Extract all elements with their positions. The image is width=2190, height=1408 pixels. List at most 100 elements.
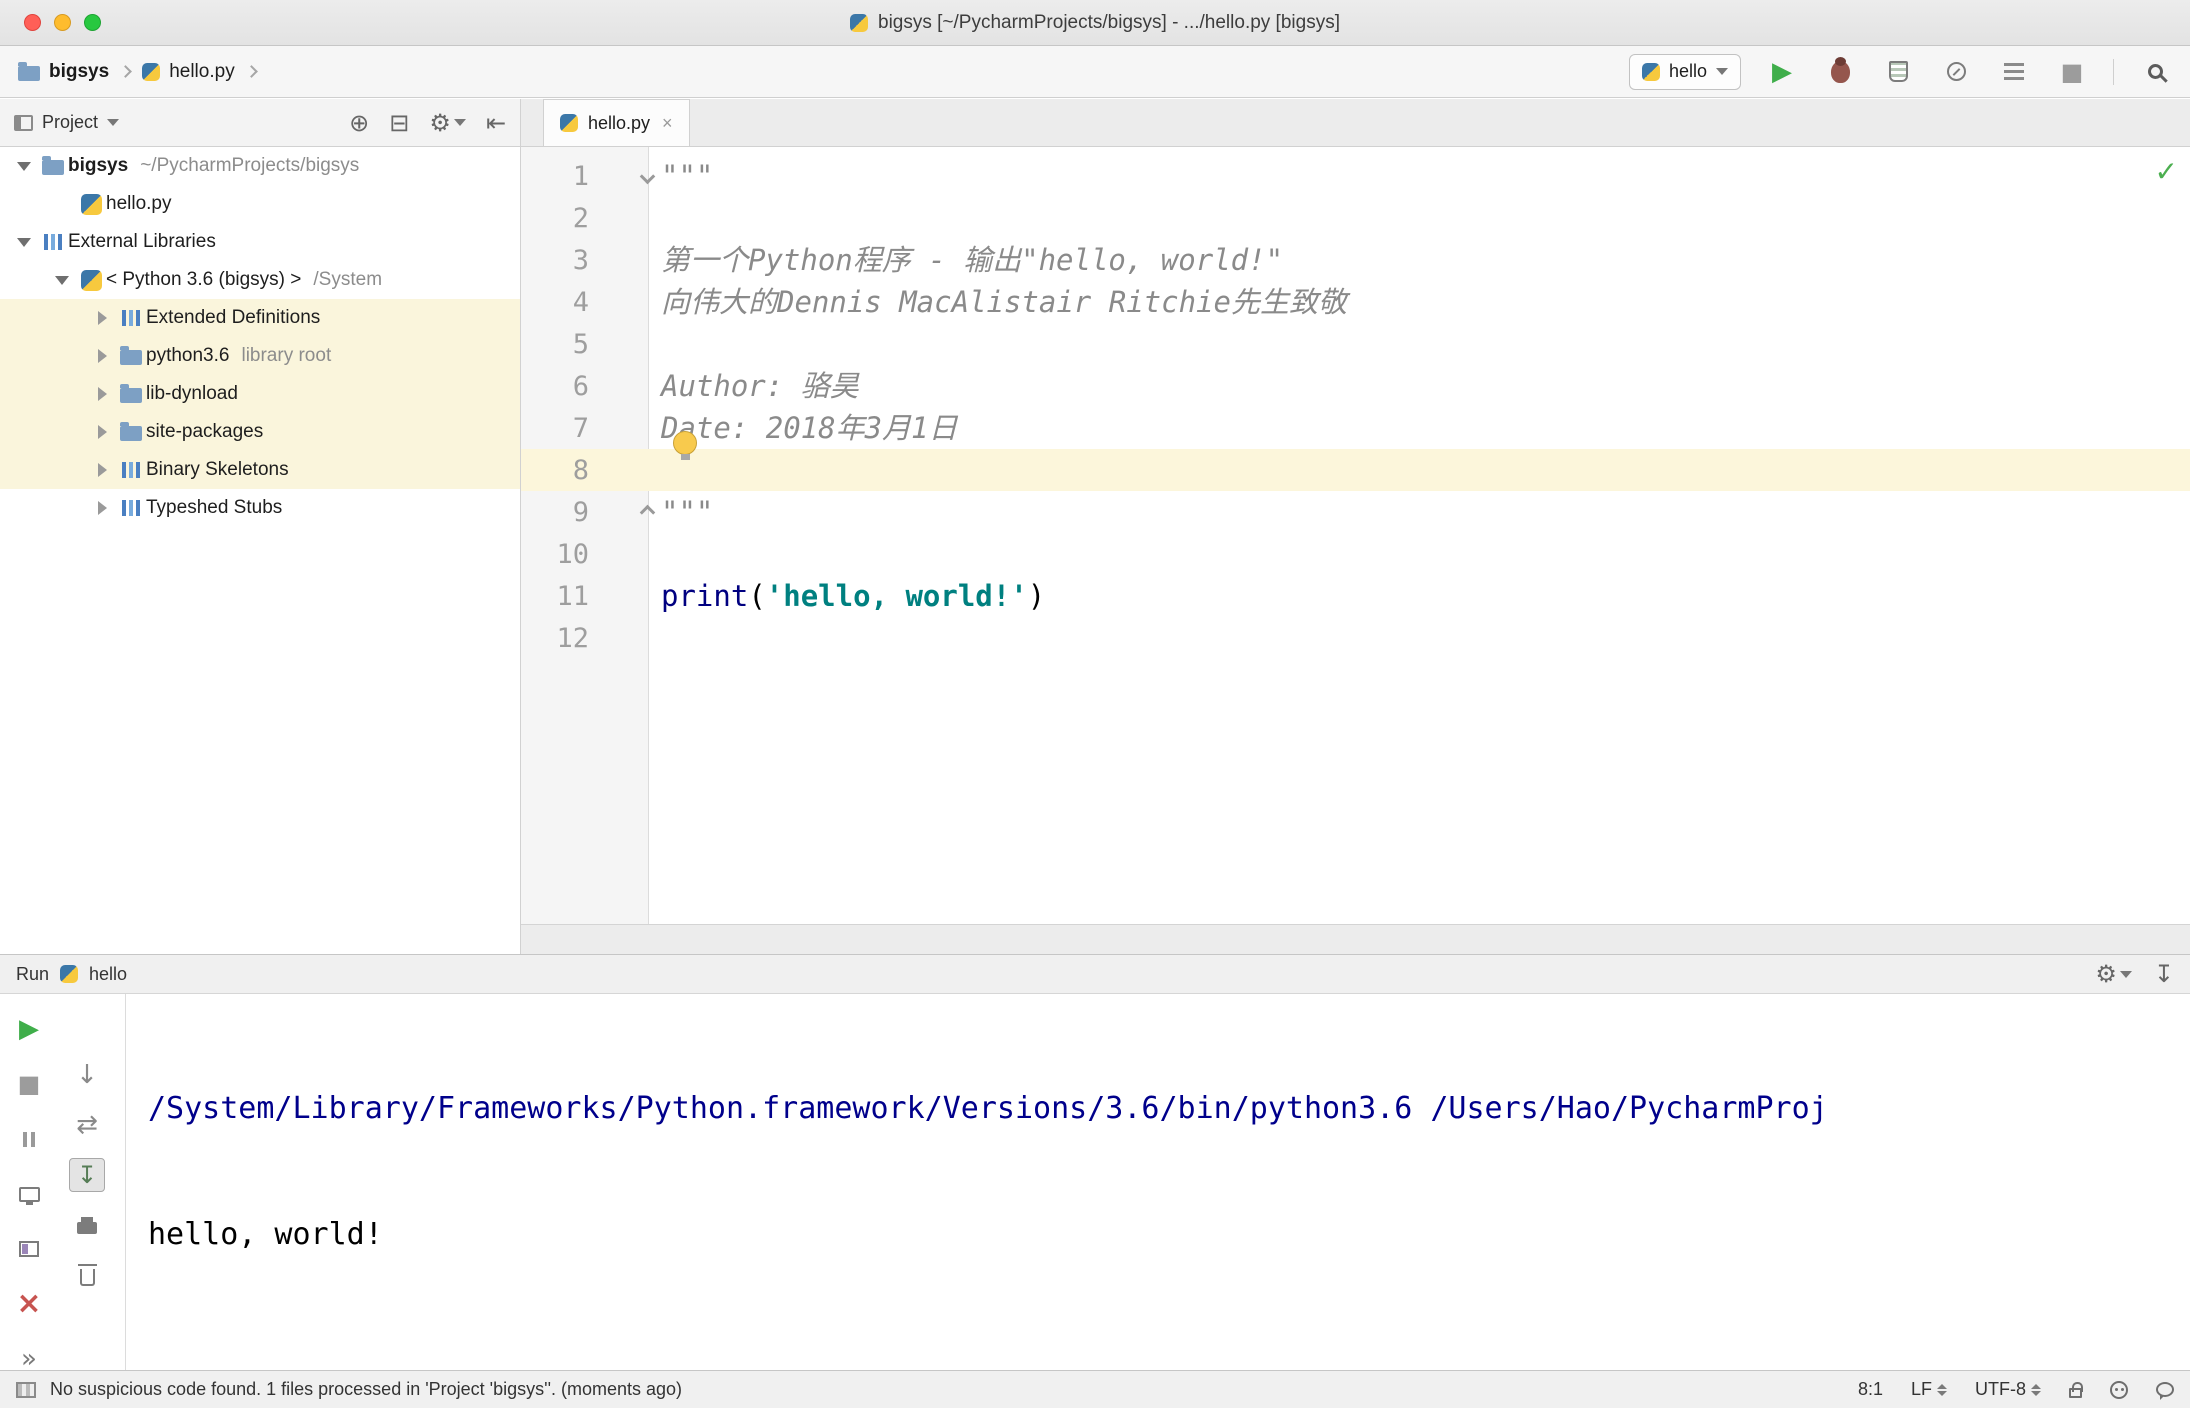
search-everywhere-button[interactable] — [2138, 55, 2172, 89]
chevron-down-icon — [1716, 68, 1728, 75]
line-number[interactable]: 2 — [521, 203, 589, 234]
collapsed-expander-icon[interactable] — [88, 501, 116, 515]
rerun-button[interactable]: ▶ — [11, 1012, 47, 1046]
folder-icon — [18, 61, 40, 81]
console-output[interactable]: /System/Library/Frameworks/Python.framew… — [126, 994, 2190, 1370]
tree-row-extended-definitions[interactable]: Extended Definitions — [0, 299, 520, 337]
line-number[interactable]: 5 — [521, 329, 589, 360]
next-stacktrace-button[interactable]: ↓ — [69, 1058, 105, 1092]
fullscreen-window-button[interactable] — [84, 14, 101, 31]
line-number[interactable]: 12 — [521, 623, 589, 654]
line-number[interactable]: 7 — [521, 413, 589, 444]
chevron-down-icon — [107, 119, 120, 126]
pause-output-button[interactable] — [11, 1122, 47, 1156]
line-number[interactable]: 3 — [521, 245, 589, 276]
project-tool-window: Project ⊕ ⊟ ⚙ ⇤ bigsys ~/PycharmProjects… — [0, 99, 521, 954]
encoding-widget[interactable]: UTF-8 — [1975, 1379, 2041, 1400]
run-panel-settings-button[interactable]: ⚙ — [2095, 962, 2132, 986]
collapsed-expander-icon[interactable] — [88, 311, 116, 325]
breadcrumb-project[interactable]: bigsys — [18, 61, 109, 83]
panel-settings-button[interactable]: ⚙ — [429, 111, 466, 135]
fold-marker-icon[interactable] — [639, 168, 656, 184]
hide-panel-button[interactable]: ⇤ — [486, 111, 506, 135]
console-stdout-line: hello, world! — [148, 1217, 383, 1252]
tree-row-hello-py[interactable]: hello.py — [0, 185, 520, 223]
locate-file-button[interactable]: ⊕ — [349, 111, 369, 135]
navigation-bar: bigsys hello.py hello ▶ ■ — [0, 46, 2190, 98]
collapsed-expander-icon[interactable] — [88, 349, 116, 363]
line-separator-widget[interactable]: LF — [1911, 1379, 1947, 1400]
run-with-coverage-button[interactable] — [1881, 55, 1915, 89]
collapsed-expander-icon[interactable] — [88, 463, 116, 477]
tree-row-binary-skeletons[interactable]: Binary Skeletons — [0, 451, 520, 489]
python-file-icon — [560, 114, 578, 132]
expander-icon[interactable] — [48, 276, 76, 285]
line-number[interactable]: 4 — [521, 287, 589, 318]
project-panel-header: Project ⊕ ⊟ ⚙ ⇤ — [0, 99, 520, 147]
search-icon — [2147, 64, 2163, 79]
soft-wrap-button[interactable]: ⇄ — [69, 1108, 105, 1142]
collapse-all-button[interactable]: ⊟ — [389, 111, 409, 135]
python-icon — [850, 14, 868, 32]
run-panel-title[interactable]: Run — [16, 964, 49, 985]
tree-row-bigsys[interactable]: bigsys ~/PycharmProjects/bigsys — [0, 147, 520, 185]
line-number[interactable]: 9 — [521, 497, 589, 528]
close-run-panel-button[interactable]: × — [11, 1287, 47, 1321]
debug-button[interactable] — [1823, 55, 1857, 89]
code-editor[interactable]: ✓ 1 """ 2 3 第一个Python程序 - 输出"hello, worl… — [521, 147, 2190, 924]
breadcrumb-file[interactable]: hello.py — [142, 61, 235, 83]
run-button[interactable]: ▶ — [1765, 55, 1799, 89]
more-actions-button[interactable]: » — [11, 1342, 47, 1370]
expander-icon[interactable] — [10, 162, 38, 171]
concurrency-diagram-button[interactable] — [1997, 55, 2031, 89]
minimize-window-button[interactable] — [54, 14, 71, 31]
scroll-to-end-toggle[interactable]: ↧ — [69, 1158, 105, 1192]
hector-inspector-icon[interactable] — [2110, 1380, 2128, 1399]
dock-panel-button[interactable]: ↧ — [2154, 962, 2174, 986]
code-line: 1 """ — [521, 155, 2190, 197]
chevron-down-icon — [453, 119, 466, 126]
event-log-balloon-icon[interactable] — [2156, 1382, 2174, 1400]
close-window-button[interactable] — [24, 14, 41, 31]
code-line: 10 — [521, 533, 2190, 575]
tree-row-python-interpreter[interactable]: < Python 3.6 (bigsys) > /System — [0, 261, 520, 299]
stop-button[interactable]: ■ — [2055, 55, 2089, 89]
fold-marker-icon[interactable] — [639, 504, 656, 520]
tree-row-site-packages[interactable]: site-packages — [0, 413, 520, 451]
breadcrumb: bigsys hello.py — [18, 61, 268, 83]
line-number[interactable]: 11 — [521, 581, 589, 612]
restore-layout-button[interactable] — [11, 1232, 47, 1266]
project-tree: bigsys ~/PycharmProjects/bigsys hello.py… — [0, 147, 520, 954]
line-number[interactable]: 10 — [521, 539, 589, 570]
profiler-button[interactable] — [1939, 55, 1973, 89]
code-line: 5 — [521, 323, 2190, 365]
close-tab-icon[interactable]: × — [662, 113, 673, 134]
tree-row-typeshed-stubs[interactable]: Typeshed Stubs — [0, 489, 520, 527]
debug-bug-icon — [1830, 56, 1850, 83]
clear-console-button[interactable] — [69, 1258, 105, 1292]
gear-icon: ⚙ — [2095, 960, 2117, 988]
show-layout-button[interactable] — [11, 1177, 47, 1211]
code-line: 6 Author: 骆昊 — [521, 365, 2190, 407]
line-number[interactable]: 1 — [521, 161, 589, 192]
expander-icon[interactable] — [10, 238, 38, 247]
caret-position-widget[interactable]: 8:1 — [1858, 1379, 1883, 1400]
library-icon — [121, 461, 141, 479]
stop-process-button[interactable]: ■ — [11, 1067, 47, 1101]
intention-bulb-icon[interactable] — [673, 431, 697, 460]
collapsed-expander-icon[interactable] — [88, 425, 116, 439]
line-number[interactable]: 6 — [521, 371, 589, 402]
python-icon — [60, 965, 79, 983]
tree-row-lib-dynload[interactable]: lib-dynload — [0, 375, 520, 413]
print-button[interactable] — [69, 1208, 105, 1242]
swap-arrows-icon: ⇄ — [76, 1110, 98, 1140]
project-panel-title[interactable]: Project — [42, 112, 98, 133]
collapsed-expander-icon[interactable] — [88, 387, 116, 401]
lock-icon[interactable] — [2069, 1382, 2083, 1398]
tab-hello-py[interactable]: hello.py × — [543, 99, 690, 146]
toolwindow-toggle-icon[interactable] — [16, 1381, 36, 1398]
tree-row-python36-library-root[interactable]: python3.6 library root — [0, 337, 520, 375]
run-configuration-selector[interactable]: hello — [1628, 53, 1741, 90]
tree-row-external-libraries[interactable]: External Libraries — [0, 223, 520, 261]
line-number[interactable]: 8 — [521, 455, 589, 486]
